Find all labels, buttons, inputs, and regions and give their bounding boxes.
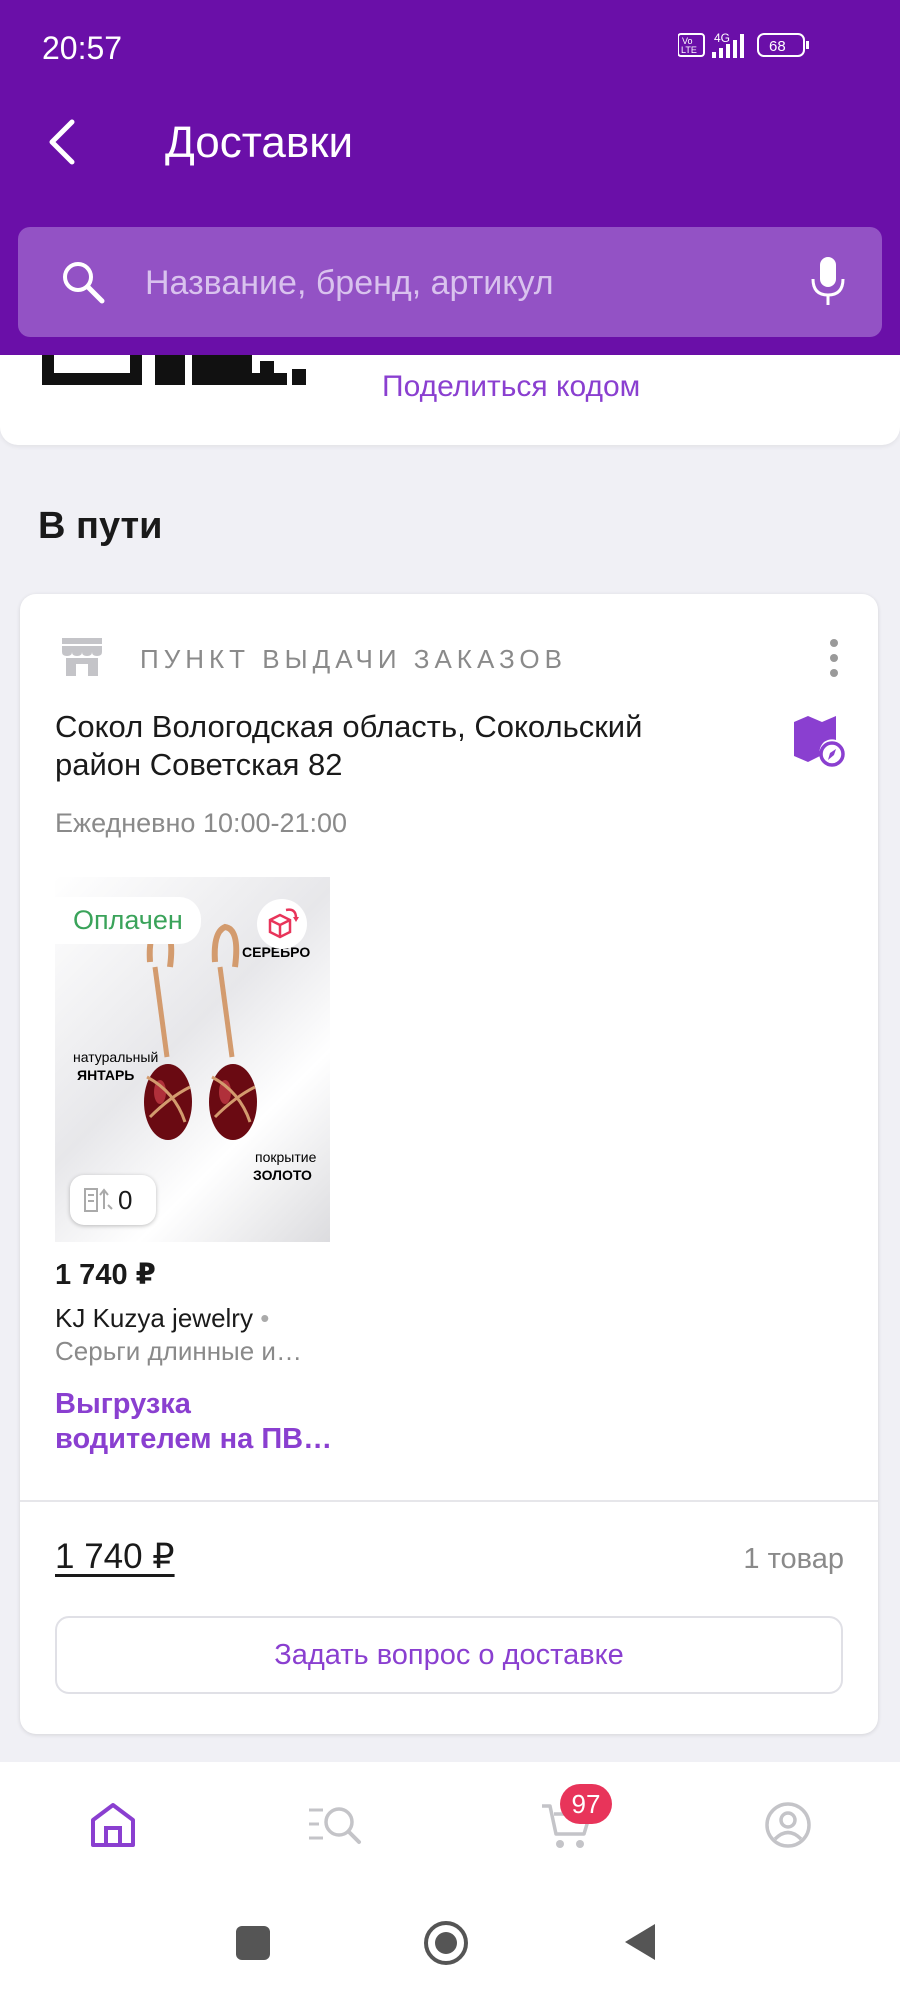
microphone-icon[interactable] [808,255,848,309]
pickup-address: Сокол Вологодская область, Сокольский ра… [55,709,643,782]
compare-button[interactable]: 0 [70,1175,156,1225]
status-icons: Vo LTE 4G 68 [677,28,848,69]
image-text-gold-top: покрытие [255,1149,317,1165]
battery-level: 68 [769,38,786,55]
image-text-amber: ЯНТАРЬ [77,1067,134,1083]
search-input[interactable] [143,227,787,339]
map-compass-icon[interactable] [790,714,846,768]
image-text-amber-top: натуральный [73,1049,158,1065]
store-icon [62,638,102,676]
qr-code-image [42,355,306,385]
home-button-icon[interactable] [423,1920,469,1966]
divider [20,1500,878,1502]
page-title: Доставки [165,118,354,167]
status-time: 20:57 [42,30,123,66]
compare-count: 0 [118,1185,133,1215]
ask-delivery-question-button[interactable]: Задать вопрос о доставке [55,1616,843,1694]
product-name: Серьги длинные и… [55,1336,302,1366]
paid-status-badge: Оплачен [55,897,201,944]
section-title: В пути [38,505,163,547]
signal-type-label: 4G [714,31,730,45]
recent-apps-button[interactable] [236,1926,270,1960]
product-brand: KJ Kuzya jewelry • [55,1303,269,1334]
brand-name: KJ Kuzya jewelry [55,1303,253,1333]
search-icon [63,262,105,304]
image-text-gold: ЗОЛОТО [253,1167,312,1183]
system-back-icon[interactable] [623,1922,657,1962]
working-hours: Ежедневно 10:00-21:00 [55,808,348,838]
compare-icon [84,1188,113,1212]
catalog-search-icon[interactable] [305,1800,365,1850]
share-code-link[interactable]: Поделиться кодом [382,370,640,404]
profile-icon[interactable] [763,1800,813,1850]
item-count: 1 товар [743,1543,844,1575]
svg-text:LTE: LTE [681,45,697,55]
search-bar[interactable] [18,227,882,339]
order-total: 1 740 ₽ [55,1537,175,1576]
return-box-icon [257,899,307,949]
product-price: 1 740 ₽ [55,1259,156,1291]
brand-separator: • [252,1303,270,1333]
pickup-point-label: ПУНКТ ВЫДАЧИ ЗАКАЗОВ [140,644,567,674]
back-arrow-icon[interactable] [40,112,90,172]
home-icon[interactable] [88,1800,138,1850]
cart-count-badge: 97 [560,1784,612,1824]
delivery-status-link[interactable]: Выгрузка водителем на ПВ… [55,1387,355,1457]
more-options-icon[interactable] [825,636,843,680]
